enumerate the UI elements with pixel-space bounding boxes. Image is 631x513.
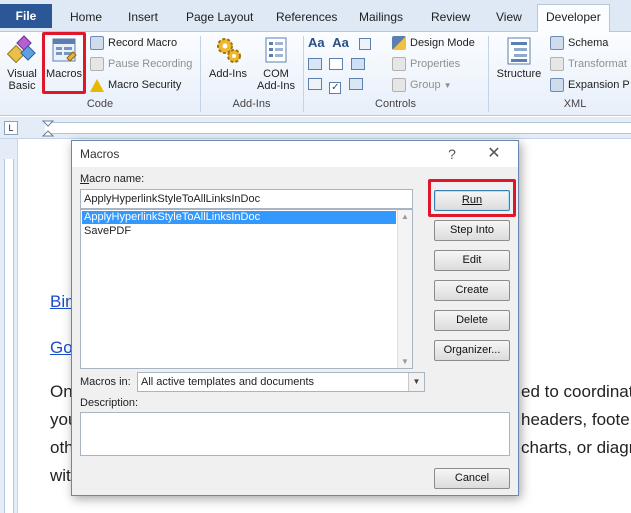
visual-basic-icon — [7, 35, 36, 64]
document-text: ed to coordinat — [521, 382, 631, 401]
macro-name-label-text: acro name: — [89, 173, 145, 185]
com-add-ins-button[interactable]: COM Add-Ins — [254, 34, 298, 92]
list-scrollbar[interactable]: ▲ ▼ — [397, 210, 412, 368]
scroll-down-icon[interactable]: ▼ — [401, 357, 409, 366]
warning-icon — [90, 78, 104, 92]
ribbon-tab-bar: File Home Insert Page Layout References … — [0, 0, 631, 33]
macros-in-select[interactable]: All active templates and documents ▼ — [137, 372, 425, 392]
visual-basic-label: Visual Basic — [7, 68, 37, 92]
vertical-ruler[interactable] — [0, 139, 18, 513]
group-icon — [392, 78, 406, 93]
legacy-tools-icon[interactable] — [308, 78, 322, 90]
tab-home[interactable]: Home — [62, 6, 110, 32]
date-picker-control-icon[interactable] — [350, 58, 365, 70]
list-item[interactable]: SavePDF — [82, 225, 396, 238]
com-add-ins-label: COM Add-Ins — [257, 68, 295, 92]
description-box — [80, 412, 510, 456]
record-macro-button[interactable]: Record Macro — [90, 33, 177, 53]
structure-icon — [507, 37, 531, 65]
visual-basic-button[interactable]: Visual Basic — [2, 34, 42, 92]
organizer-button[interactable]: Organizer... — [434, 340, 510, 361]
expansion-packs-button[interactable]: Expansion P — [550, 75, 630, 95]
xml-group-label: XML — [563, 98, 587, 110]
combo-control-icon[interactable] — [348, 78, 363, 90]
document-link[interactable]: Go — [50, 338, 73, 358]
tab-mailings[interactable]: Mailings — [351, 6, 411, 32]
transformation-icon — [550, 57, 564, 72]
scroll-up-icon[interactable]: ▲ — [401, 212, 409, 221]
content-controls-row3: ✓ — [308, 78, 363, 94]
plain-text-control-icon[interactable]: Aa — [332, 35, 349, 50]
macro-name-label: Macro name: — [80, 173, 145, 185]
macro-list[interactable]: ApplyHyperlinkStyleToAllLinksInDoc SaveP… — [80, 209, 413, 369]
image-control-icon[interactable] — [358, 37, 371, 50]
chevron-down-icon[interactable]: ▼ — [408, 373, 424, 391]
chevron-down-icon: ▼ — [443, 81, 452, 90]
design-mode-icon — [392, 36, 406, 51]
com-add-ins-icon — [265, 37, 287, 63]
macros-dialog: Macros ? ✕ Macro name: ApplyHyperlinkSty… — [71, 140, 519, 496]
tab-page-layout[interactable]: Page Layout — [178, 6, 261, 32]
tab-references[interactable]: References — [268, 6, 345, 32]
rich-text-control-icon[interactable]: Aa — [308, 35, 325, 50]
schema-icon — [550, 36, 564, 51]
code-group-label: Code — [86, 98, 114, 110]
tab-insert[interactable]: Insert — [120, 6, 166, 32]
description-label: Description: — [80, 397, 139, 409]
macro-security-button[interactable]: Macro Security — [90, 75, 181, 95]
record-macro-icon — [90, 36, 104, 51]
document-text: headers, foote — [521, 410, 630, 429]
controls-group-label: Controls — [375, 98, 416, 110]
macros-in-label: Macros in: — [80, 376, 131, 388]
properties-icon — [392, 57, 406, 72]
structure-label: Structure — [496, 68, 542, 80]
horizontal-ruler[interactable]: L — [0, 117, 631, 139]
ruler-strip — [45, 122, 631, 134]
tab-view[interactable]: View — [488, 6, 530, 32]
tab-selector[interactable]: L — [4, 121, 18, 135]
indent-marker-icon[interactable] — [42, 120, 54, 138]
content-controls-row2 — [308, 58, 365, 73]
ribbon: Visual Basic Macros Record Macro Pause R… — [0, 32, 631, 116]
step-into-button[interactable]: Step Into — [434, 220, 510, 241]
pause-recording-button[interactable]: Pause Recording — [90, 54, 192, 74]
transformation-button[interactable]: Transformat — [550, 54, 627, 74]
document-text: On — [50, 382, 73, 401]
tab-review[interactable]: Review — [423, 6, 478, 32]
pause-recording-icon — [90, 57, 104, 72]
checkbox-control-icon[interactable]: ✓ — [329, 82, 342, 94]
structure-button[interactable]: Structure — [492, 34, 546, 80]
add-ins-label: Add-Ins — [209, 68, 247, 80]
gear-icon — [217, 38, 241, 63]
tab-file[interactable]: File — [0, 4, 52, 28]
help-icon[interactable]: ? — [444, 145, 460, 163]
document-text: charts, or diagr — [521, 438, 631, 457]
dropdown-control-icon[interactable] — [329, 58, 344, 70]
add-ins-group-label: Add-Ins — [232, 98, 271, 110]
macros-in-value: All active templates and documents — [141, 376, 315, 388]
cancel-button[interactable]: Cancel — [434, 468, 510, 489]
document-text: wit — [50, 466, 71, 485]
add-ins-button[interactable]: Add-Ins — [205, 34, 251, 80]
design-mode-button[interactable]: Design Mode — [392, 33, 475, 53]
ruler-strip — [4, 159, 14, 513]
content-controls-gallery: Aa Aa — [308, 36, 371, 50]
group-button[interactable]: Group ▼ — [392, 75, 452, 95]
properties-button[interactable]: Properties — [392, 54, 460, 74]
building-block-control-icon[interactable] — [308, 58, 322, 70]
run-highlight — [428, 179, 516, 217]
macros-highlight — [42, 32, 86, 94]
edit-button[interactable]: Edit — [434, 250, 510, 271]
tab-developer[interactable]: Developer — [537, 4, 610, 33]
list-item[interactable]: ApplyHyperlinkStyleToAllLinksInDoc — [82, 211, 396, 224]
create-button[interactable]: Create — [434, 280, 510, 301]
expansion-packs-icon — [550, 78, 564, 93]
delete-button[interactable]: Delete — [434, 310, 510, 331]
group-divider — [488, 36, 489, 112]
close-icon[interactable]: ✕ — [480, 144, 508, 164]
macro-name-input[interactable]: ApplyHyperlinkStyleToAllLinksInDoc — [80, 189, 413, 209]
schema-button[interactable]: Schema — [550, 33, 608, 53]
